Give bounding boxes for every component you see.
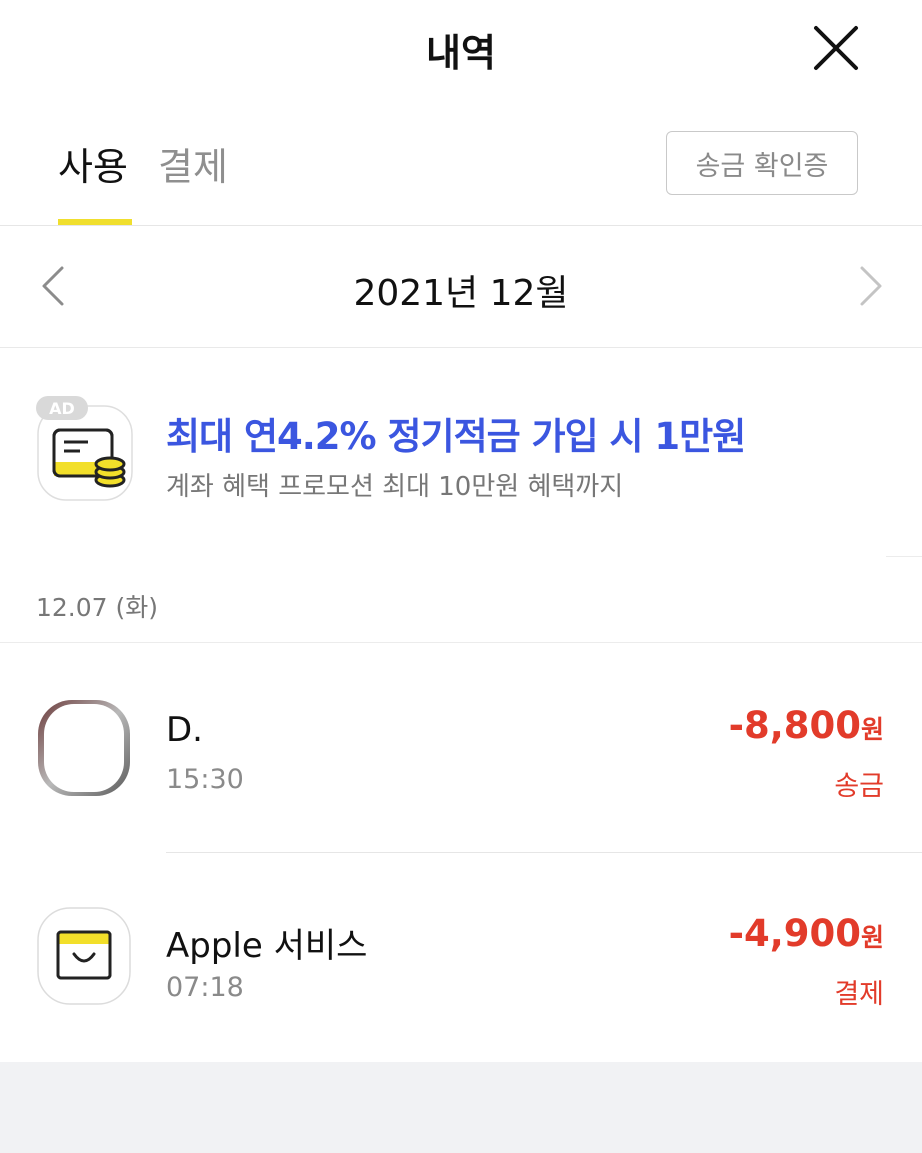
close-icon xyxy=(814,26,858,70)
tab-use[interactable]: 사용 xyxy=(58,136,128,191)
transaction-type: 결제 xyxy=(834,979,884,1010)
ad-badge: AD xyxy=(36,396,88,420)
transaction-time: 07:18 xyxy=(166,972,244,1003)
divider xyxy=(166,852,922,853)
ad-banner[interactable]: AD 최대 연4.2% 정기적금 가입 시 1만원 계좌 혜택 프로모션 최대 … xyxy=(0,348,922,558)
transaction-row[interactable]: D. 15:30 -8,800원 송금 xyxy=(0,650,922,850)
transaction-type: 송금 xyxy=(834,771,884,802)
transaction-amount: -8,800원 xyxy=(729,704,884,747)
avatar-icon xyxy=(38,700,130,796)
amount-unit: 원 xyxy=(860,715,884,744)
divider xyxy=(0,642,922,643)
next-month-button[interactable] xyxy=(850,262,890,310)
amount-value: -4,900 xyxy=(728,912,861,955)
transaction-amount: -4,900원 xyxy=(729,912,884,955)
shopping-bag-icon xyxy=(37,907,131,1005)
tab-payment[interactable]: 결제 xyxy=(158,136,228,191)
close-button[interactable] xyxy=(808,20,864,76)
date-group-header: 12.07 (화) xyxy=(36,593,159,622)
header-bar: 내역 xyxy=(0,0,922,100)
current-month-label: 2021년 12월 xyxy=(353,273,569,314)
page-title: 내역 xyxy=(426,31,496,75)
transaction-time: 15:30 xyxy=(166,764,244,795)
ad-subtitle: 계좌 혜택 프로모션 최대 10만원 혜택까지 xyxy=(166,472,624,502)
amount-unit: 원 xyxy=(860,923,884,952)
transfer-receipt-button[interactable]: 송금 확인증 xyxy=(666,131,858,195)
chevron-right-icon xyxy=(860,266,882,306)
ad-title: 최대 연4.2% 정기적금 가입 시 1만원 xyxy=(166,415,746,458)
active-tab-indicator xyxy=(58,219,132,225)
transaction-row[interactable]: Apple 서비스 07:18 -4,900원 결제 xyxy=(0,858,922,1058)
list-end-background xyxy=(0,1062,922,1153)
ad-icon-container: AD xyxy=(36,396,134,504)
transaction-icon-container xyxy=(36,906,132,1006)
transaction-icon-container xyxy=(36,698,132,798)
tab-bar: 사용 결제 송금 확인증 xyxy=(0,100,922,226)
transaction-name: Apple 서비스 xyxy=(166,926,368,966)
transaction-name: D. xyxy=(166,710,203,750)
divider xyxy=(886,556,922,557)
amount-value: -8,800 xyxy=(728,704,861,747)
month-navigator: 2021년 12월 xyxy=(0,226,922,348)
